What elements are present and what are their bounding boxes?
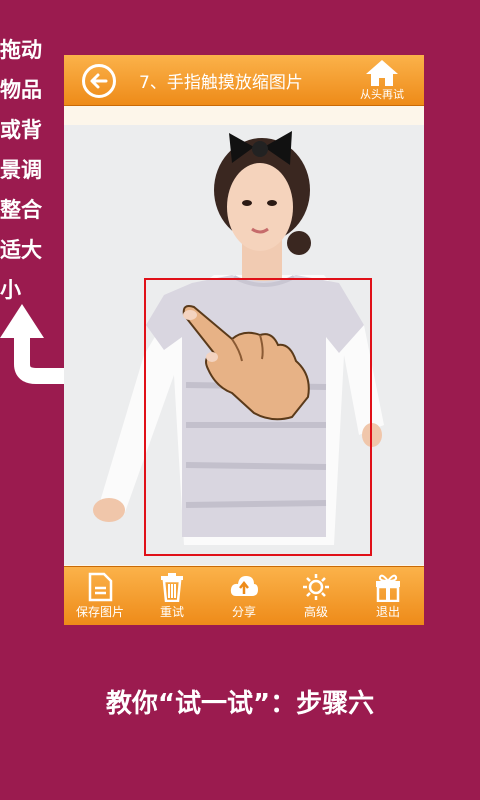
page-title: 7、手指触摸放缩图片 [139,73,303,93]
selection-frame[interactable] [144,278,372,556]
photo-canvas[interactable] [64,125,424,565]
cloud-upload-icon [230,576,258,596]
arrow-left-icon [90,73,108,89]
side-instruction-line: 适大 [0,238,42,262]
side-instruction-line: 拖动 [0,38,42,62]
toolbar-label: 保存图片 [75,605,124,619]
share-button[interactable]: 分享 [208,567,280,625]
toolbar-label: 分享 [231,605,256,619]
toolbar-label: 高级 [303,605,328,619]
advanced-button[interactable]: 高级 [280,567,352,625]
step-caption: 教你“试一试”：步骤六 [105,689,375,719]
retry-button[interactable]: 重试 [136,567,208,625]
exit-button[interactable]: 退出 [352,567,424,625]
home-icon [366,60,398,86]
side-instruction-line: 景调 [0,158,42,182]
app-screen: 7、手指触摸放缩图片 从头再试 保存图片 重试 分享 高级 退出 [64,55,424,625]
title-bar: 7、手指触摸放缩图片 从头再试 [64,55,424,106]
side-instruction-line: 整合 [0,198,42,222]
side-instruction-line: 或背 [0,118,42,142]
trash-icon [161,573,183,602]
restart-label: 从头再试 [360,88,404,101]
toolbar-label: 退出 [375,605,400,619]
sun-icon [303,574,329,600]
toolbar-label: 重试 [159,605,184,619]
restart-button[interactable]: 从头再试 [354,58,410,104]
save-image-button[interactable]: 保存图片 [64,567,136,625]
back-button[interactable] [82,64,116,98]
gift-icon [376,574,400,602]
bottom-toolbar: 保存图片 重试 分享 高级 退出 [64,566,424,625]
side-instruction: 拖动 物品 或背 景调 整合 适大 小 [0,30,50,310]
save-document-icon [88,572,113,602]
side-instruction-line: 物品 [0,78,42,102]
